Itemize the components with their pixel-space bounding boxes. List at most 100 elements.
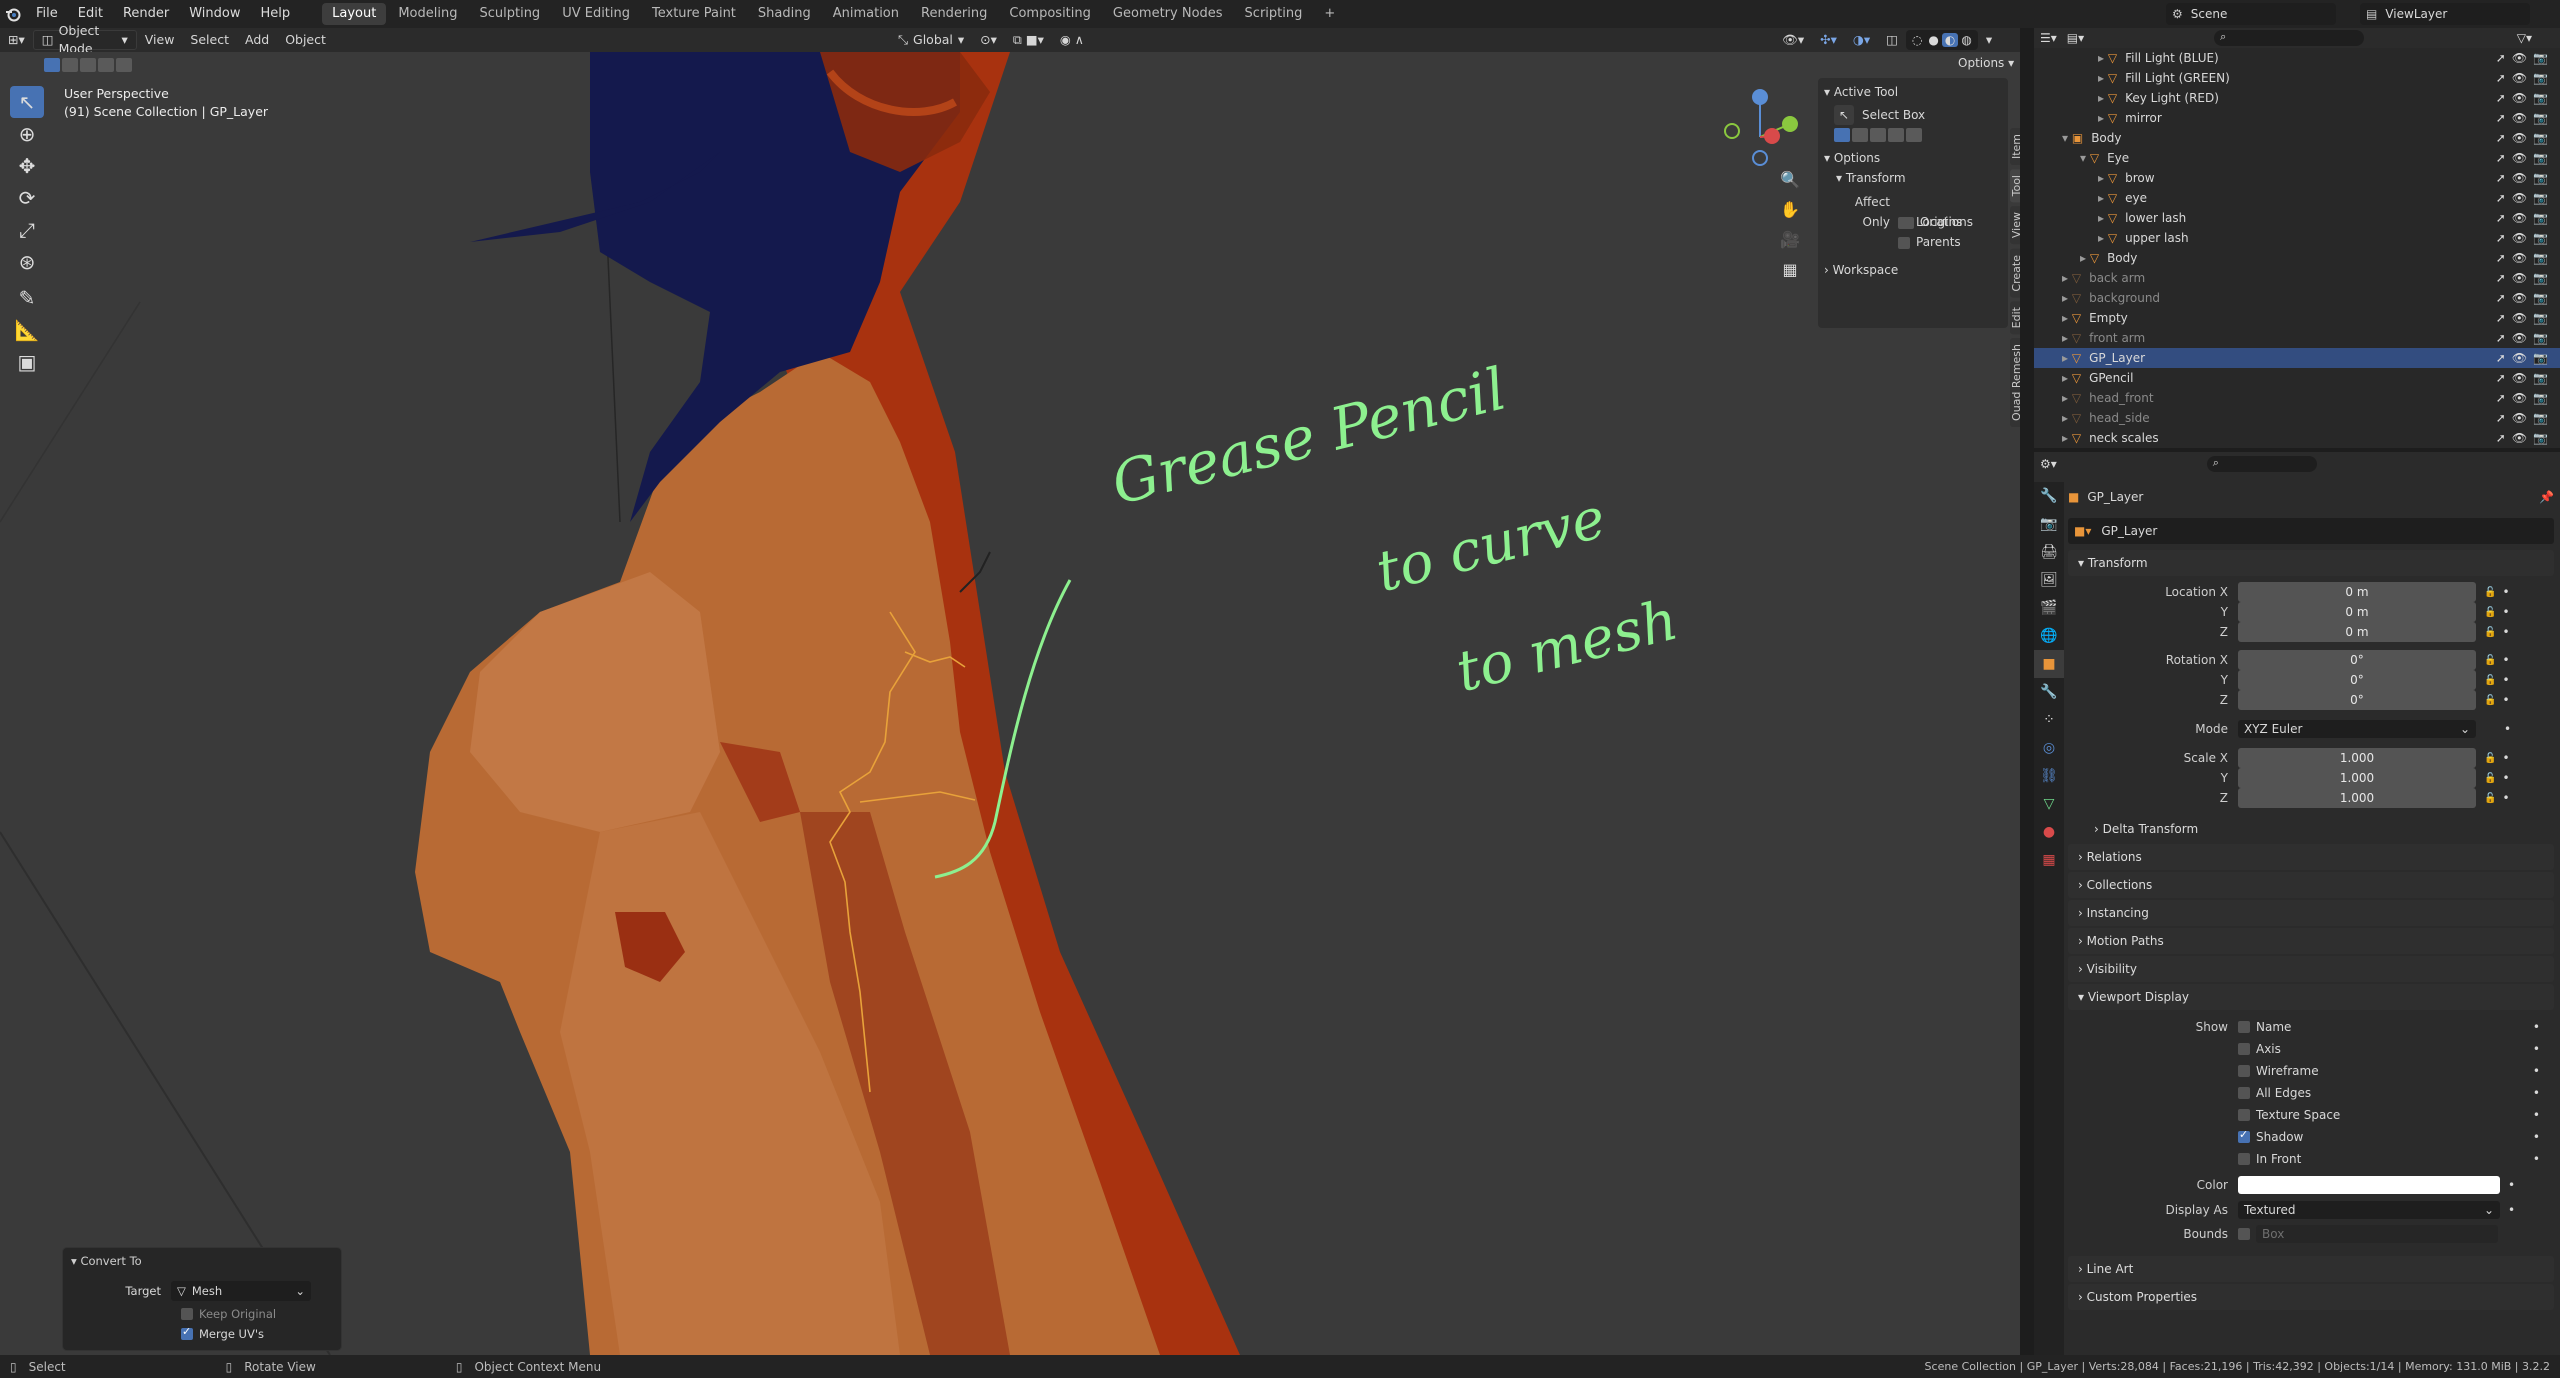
add-cube-tool-icon[interactable]: ▣ <box>10 346 44 378</box>
menu-help[interactable]: Help <box>251 0 301 28</box>
zoom-icon[interactable]: 🔍 <box>1776 170 1804 200</box>
mode-difference-icon[interactable] <box>1888 128 1904 142</box>
select-subtract-icon[interactable] <box>80 58 96 72</box>
outliner-row[interactable]: ▸ ▽ GPencil ➚👁📷 <box>2034 368 2560 388</box>
lock-icon[interactable]: 🔓 <box>2484 655 2496 666</box>
visibility-toggles[interactable]: ➚👁📷 <box>2496 428 2554 448</box>
parents-checkbox[interactable] <box>1898 236 1910 249</box>
show-option-checkbox[interactable] <box>2238 1109 2250 1121</box>
target-dropdown[interactable]: ▽ Mesh ⌄ <box>171 1281 311 1301</box>
outliner-row[interactable]: ▸ ▽ brow ➚👁📷 <box>2034 168 2560 188</box>
merge-uvs-checkbox[interactable] <box>181 1325 193 1340</box>
select-difference-icon[interactable] <box>98 58 114 72</box>
outliner-editor-icon[interactable]: ☰▾ <box>2040 31 2057 45</box>
outliner-row[interactable]: ▾ ▽ Eye ➚👁📷 <box>2034 148 2560 168</box>
move-tool-icon[interactable]: ✥ <box>10 150 44 182</box>
outliner-row[interactable]: ▸ ▽ front arm ➚👁📷 <box>2034 328 2560 348</box>
data-tab-icon[interactable]: ▽ <box>2034 790 2064 818</box>
expand-arrow-icon[interactable]: ▸ <box>2098 231 2108 245</box>
keyframe-dot-icon[interactable]: • <box>2502 791 2509 805</box>
tab-geometry-nodes[interactable]: Geometry Nodes <box>1103 3 1233 25</box>
rotation-mode-dropdown[interactable]: XYZ Euler ⌄ <box>2238 720 2476 738</box>
pivot-icon[interactable]: ⊙▾ <box>972 30 1005 50</box>
select-extend-icon[interactable] <box>62 58 78 72</box>
visibility-toggles[interactable]: ➚👁📷 <box>2496 208 2554 228</box>
properties-editor-icon[interactable]: ⚙▾ <box>2040 457 2057 471</box>
visibility-toggles[interactable]: ➚👁📷 <box>2496 328 2554 348</box>
outliner-row[interactable]: ▸ ▽ eye ➚👁📷 <box>2034 188 2560 208</box>
collapsed-panel-header[interactable]: › Relations <box>2068 844 2554 870</box>
material-tab-icon[interactable]: ● <box>2034 818 2064 846</box>
view-layer-tab-icon[interactable]: 🖼 <box>2034 566 2064 594</box>
transform-value-field[interactable]: 0° <box>2238 670 2476 690</box>
tab-tool[interactable]: Tool <box>2010 169 2020 203</box>
workspace-header[interactable]: › Workspace <box>1824 260 2002 280</box>
expand-arrow-icon[interactable]: ▸ <box>2062 291 2072 305</box>
tab-view[interactable]: View <box>2010 206 2020 245</box>
xray-icon[interactable]: ◫ <box>1878 30 1906 50</box>
visibility-toggles[interactable]: ➚👁📷 <box>2496 348 2554 368</box>
lock-icon[interactable]: 🔓 <box>2484 627 2496 638</box>
color-swatch[interactable] <box>2238 1176 2500 1194</box>
tab-scripting[interactable]: Scripting <box>1235 3 1313 25</box>
material-shading-icon[interactable]: ◐ <box>1941 33 1959 47</box>
expand-arrow-icon[interactable]: ▸ <box>2062 351 2072 365</box>
cursor-tool-icon[interactable]: ⊕ <box>10 118 44 150</box>
collapsed-panel-header[interactable]: › Custom Properties <box>2068 1284 2554 1310</box>
active-tool-header[interactable]: ▾ Active Tool <box>1824 82 2002 102</box>
options-dropdown[interactable]: Options ▾ <box>1958 56 2014 70</box>
show-option-checkbox[interactable] <box>2238 1128 2250 1143</box>
object-name-field[interactable]: ■▾ GP_Layer <box>2068 518 2554 544</box>
rendered-shading-icon[interactable]: ◍ <box>1958 33 1974 47</box>
keyframe-dot-icon[interactable]: • <box>2502 625 2509 639</box>
gizmo-icon[interactable]: ✣▾ <box>1812 30 1845 50</box>
tab-shading[interactable]: Shading <box>748 3 821 25</box>
expand-arrow-icon[interactable]: ▸ <box>2062 371 2072 385</box>
expand-arrow-icon[interactable]: ▸ <box>2098 91 2108 105</box>
scene-selector[interactable]: ⚙ Scene <box>2166 3 2336 25</box>
visibility-toggles[interactable]: ➚👁📷 <box>2496 68 2554 88</box>
expand-arrow-icon[interactable]: ▾ <box>2080 151 2090 165</box>
show-option-checkbox[interactable] <box>2238 1153 2250 1165</box>
keyframe-dot-icon[interactable]: • <box>2502 605 2509 619</box>
outliner-row[interactable]: ▸ ▽ head_side ➚👁📷 <box>2034 408 2560 428</box>
blender-logo-icon[interactable] <box>0 0 26 28</box>
keyframe-dot-icon[interactable]: • <box>2502 693 2509 707</box>
active-tool-row[interactable]: ↖ Select Box <box>1824 102 2002 128</box>
pan-hand-icon[interactable]: ✋ <box>1776 200 1804 230</box>
transform-value-field[interactable]: 0 m <box>2238 622 2476 642</box>
proportional-edit-icon[interactable]: ◉ ∧ <box>1052 30 1092 50</box>
collapsed-panel-header[interactable]: › Motion Paths <box>2068 928 2554 954</box>
visibility-toggles[interactable]: ➚👁📷 <box>2496 408 2554 428</box>
tab-sculpting[interactable]: Sculpting <box>469 3 550 25</box>
visibility-toggles[interactable]: ➚👁📷 <box>2496 128 2554 148</box>
visibility-toggles[interactable]: ➚👁📷 <box>2496 248 2554 268</box>
editor-type-icon[interactable]: ⊞▾ <box>0 30 33 50</box>
visibility-toggles[interactable]: ➚👁📷 <box>2496 148 2554 168</box>
mode-extend-icon[interactable] <box>1852 128 1868 142</box>
visibility-toggles[interactable]: ➚👁📷 <box>2496 228 2554 248</box>
keyframe-dot-icon[interactable]: • <box>2533 1042 2540 1056</box>
expand-arrow-icon[interactable]: ▸ <box>2080 251 2090 265</box>
render-tab-icon[interactable]: 📷 <box>2034 510 2064 538</box>
snap-icon[interactable]: ⧉ ■▾ <box>1005 30 1052 50</box>
expand-arrow-icon[interactable]: ▸ <box>2098 191 2108 205</box>
mode-subtract-icon[interactable] <box>1870 128 1886 142</box>
shading-options-icon[interactable]: ▾ <box>1978 30 2000 50</box>
outliner-row[interactable]: ▾ ▣ Body ➚👁📷 <box>2034 128 2560 148</box>
transform-value-field[interactable]: 0 m <box>2238 582 2476 602</box>
outliner-row[interactable]: ▸ ▽ GP_Layer ➚👁📷 <box>2034 348 2560 368</box>
bounds-checkbox[interactable] <box>2238 1228 2250 1240</box>
expand-arrow-icon[interactable]: ▾ <box>2062 131 2072 145</box>
keyframe-dot-icon[interactable]: • <box>2533 1130 2540 1144</box>
menu-object[interactable]: Object <box>277 30 334 50</box>
outliner-row[interactable]: ▸ ▽ background ➚👁📷 <box>2034 288 2560 308</box>
expand-arrow-icon[interactable]: ▸ <box>2098 171 2108 185</box>
visibility-toggles[interactable]: ➚👁📷 <box>2496 168 2554 188</box>
annotate-tool-icon[interactable]: ✎ <box>10 282 44 314</box>
select-box-tool-icon[interactable]: ↖ <box>10 86 44 118</box>
select-intersect-icon[interactable] <box>116 58 132 72</box>
mode-intersect-icon[interactable] <box>1906 128 1922 142</box>
visibility-toggles[interactable]: ➚👁📷 <box>2496 188 2554 208</box>
tab-quad-remesh[interactable]: Quad Remesh <box>2010 338 2020 428</box>
